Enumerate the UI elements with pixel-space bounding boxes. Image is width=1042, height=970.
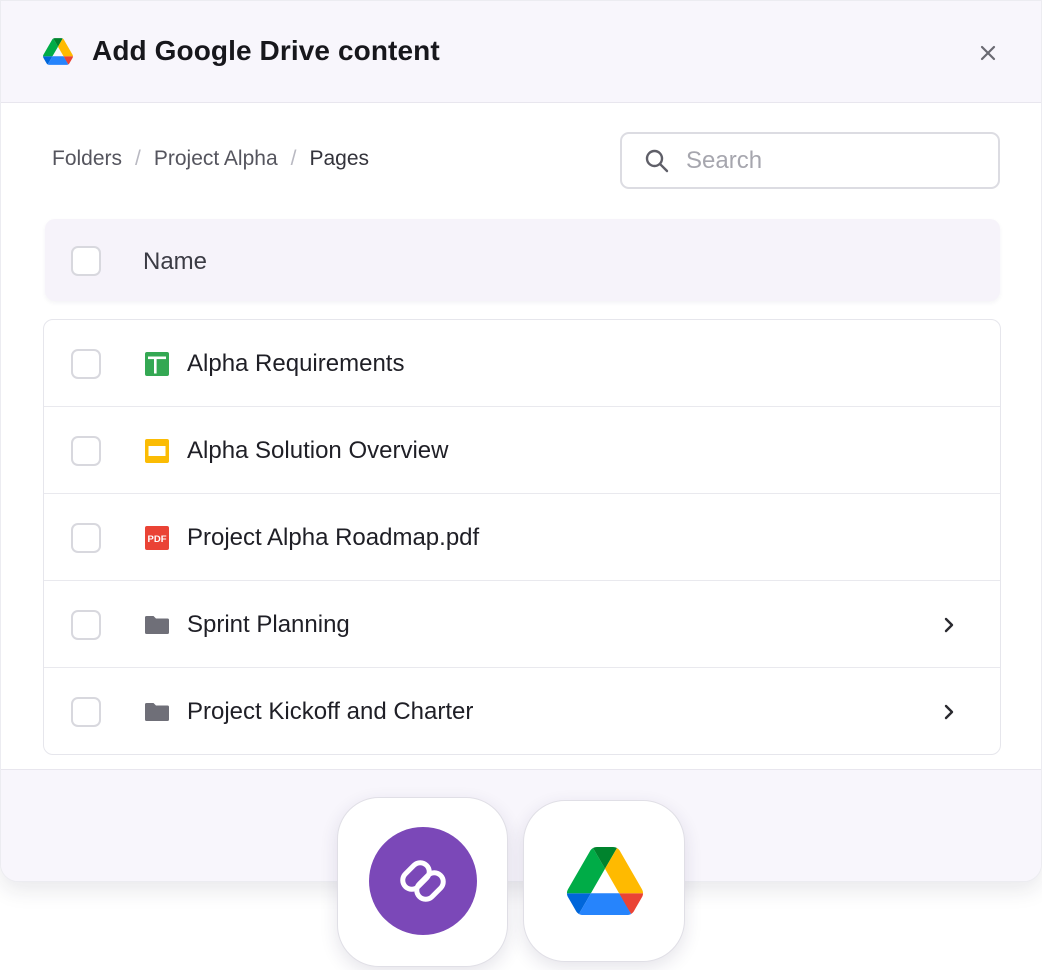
search-input[interactable] [686, 146, 976, 175]
breadcrumb-separator: / [290, 147, 297, 170]
chevron-right-icon[interactable] [937, 700, 961, 724]
breadcrumb-separator: / [135, 147, 141, 170]
pdf-icon: PDF [144, 525, 170, 551]
close-button[interactable] [972, 37, 1004, 69]
row-checkbox[interactable] [71, 436, 101, 466]
file-name: Project Alpha Roadmap.pdf [187, 524, 480, 551]
search-box[interactable] [620, 132, 1000, 189]
table-row[interactable]: PDF Project Alpha Roadmap.pdf [44, 494, 1000, 581]
purple-app-logo [369, 827, 477, 935]
google-sheets-icon [144, 351, 170, 377]
column-header-name[interactable]: Name [143, 248, 207, 276]
folder-name: Sprint Planning [187, 611, 350, 638]
folder-name: Project Kickoff and Charter [187, 698, 474, 725]
row-checkbox[interactable] [71, 523, 101, 553]
dialog-header: Add Google Drive content [1, 1, 1041, 103]
file-name: Alpha Requirements [187, 350, 405, 377]
breadcrumb-item-folders[interactable]: Folders [52, 147, 122, 171]
google-drive-icon [43, 38, 73, 65]
link-shape-icon [400, 860, 446, 902]
breadcrumb-item-project-alpha[interactable]: Project Alpha [154, 147, 278, 171]
google-slides-icon [144, 438, 170, 464]
pdf-badge-text: PDF [148, 534, 167, 545]
select-all-checkbox[interactable] [71, 246, 101, 276]
chevron-right-icon[interactable] [937, 613, 961, 637]
dialog-footer [1, 769, 1041, 881]
close-icon [980, 45, 996, 61]
purple-app-logo-tile [337, 797, 508, 967]
row-checkbox[interactable] [71, 610, 101, 640]
row-checkbox[interactable] [71, 697, 101, 727]
dialog-title: Add Google Drive content [92, 35, 440, 66]
breadcrumb-item-pages: Pages [309, 147, 370, 170]
table-row[interactable]: Alpha Solution Overview [44, 407, 1000, 494]
add-drive-content-dialog: Add Google Drive content Folders / Proje… [0, 0, 1042, 882]
google-drive-logo-tile [523, 800, 685, 962]
search-icon [644, 148, 670, 174]
table-row[interactable]: Alpha Requirements [44, 320, 1000, 407]
file-name: Alpha Solution Overview [187, 437, 449, 464]
row-checkbox[interactable] [71, 349, 101, 379]
folder-icon [144, 612, 170, 638]
table-row[interactable]: Project Kickoff and Charter [44, 668, 1000, 754]
breadcrumb: Folders / Project Alpha / Pages [52, 147, 369, 171]
google-drive-logo [566, 847, 644, 915]
table-row[interactable]: Sprint Planning [44, 581, 1000, 668]
folder-icon [144, 699, 170, 725]
table-header: Name [45, 219, 1000, 301]
file-list: Alpha Requirements Alpha Solution Overvi… [43, 319, 1001, 755]
